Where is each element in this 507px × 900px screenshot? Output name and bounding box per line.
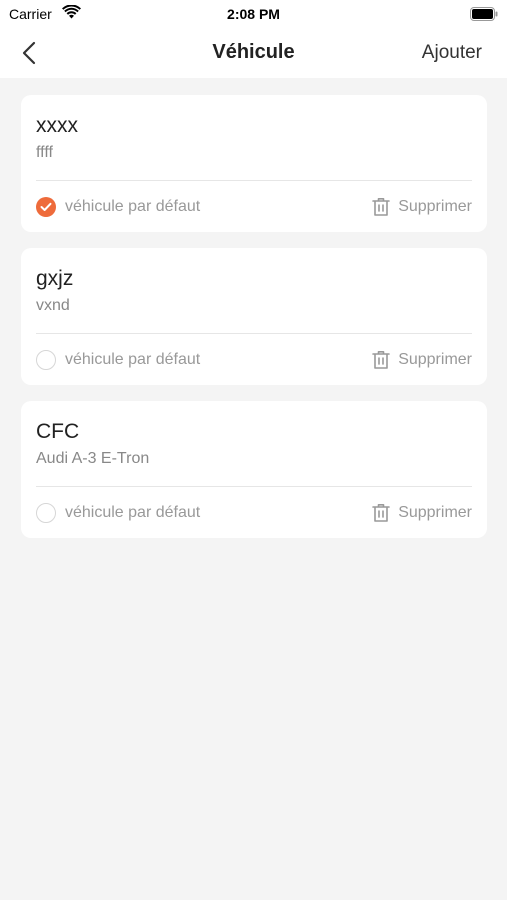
divider	[36, 486, 472, 487]
checked-radio-icon	[36, 197, 56, 217]
divider	[36, 333, 472, 334]
trash-icon	[372, 504, 390, 522]
clock: 2:08 PM	[227, 6, 280, 22]
set-default-toggle[interactable]: véhicule par défaut	[36, 196, 200, 218]
chevron-left-icon	[22, 41, 36, 65]
vehicle-card: gxjz vxnd véhicule par défaut Supprimer	[21, 248, 487, 385]
vehicle-plate: CFC	[36, 420, 80, 443]
vehicle-card: CFC Audi A-3 E-Tron véhicule par défaut …	[21, 401, 487, 538]
vehicle-model: ffff	[36, 144, 53, 161]
vehicle-plate: gxjz	[36, 267, 74, 290]
back-button[interactable]	[14, 39, 44, 67]
vehicle-card: xxxx ffff véhicule par défaut Supprimer	[21, 95, 487, 232]
delete-button[interactable]: Supprimer	[372, 349, 472, 371]
delete-button[interactable]: Supprimer	[372, 196, 472, 218]
default-label: véhicule par défaut	[65, 198, 201, 215]
unchecked-radio-icon	[36, 503, 56, 523]
battery-icon	[470, 7, 498, 26]
vehicle-plate: xxxx	[36, 114, 78, 137]
trash-icon	[372, 351, 390, 369]
default-label: véhicule par défaut	[65, 351, 201, 368]
divider	[36, 180, 472, 181]
trash-icon	[372, 198, 390, 216]
add-vehicle-button[interactable]: Ajouter	[422, 42, 482, 64]
delete-label: Supprimer	[398, 504, 472, 521]
delete-button[interactable]: Supprimer	[372, 502, 472, 524]
vehicle-list: xxxx ffff véhicule par défaut Supprimer …	[21, 95, 487, 554]
vehicle-model: vxnd	[36, 297, 70, 314]
default-label: véhicule par défaut	[65, 504, 201, 521]
delete-label: Supprimer	[398, 198, 472, 215]
vehicle-model: Audi A-3 E-Tron	[36, 450, 150, 467]
set-default-toggle[interactable]: véhicule par défaut	[36, 502, 200, 524]
navigation-bar: Véhicule Ajouter	[0, 28, 507, 78]
set-default-toggle[interactable]: véhicule par défaut	[36, 349, 200, 371]
status-bar: Carrier 2:08 PM	[0, 0, 507, 28]
delete-label: Supprimer	[398, 351, 472, 368]
unchecked-radio-icon	[36, 350, 56, 370]
